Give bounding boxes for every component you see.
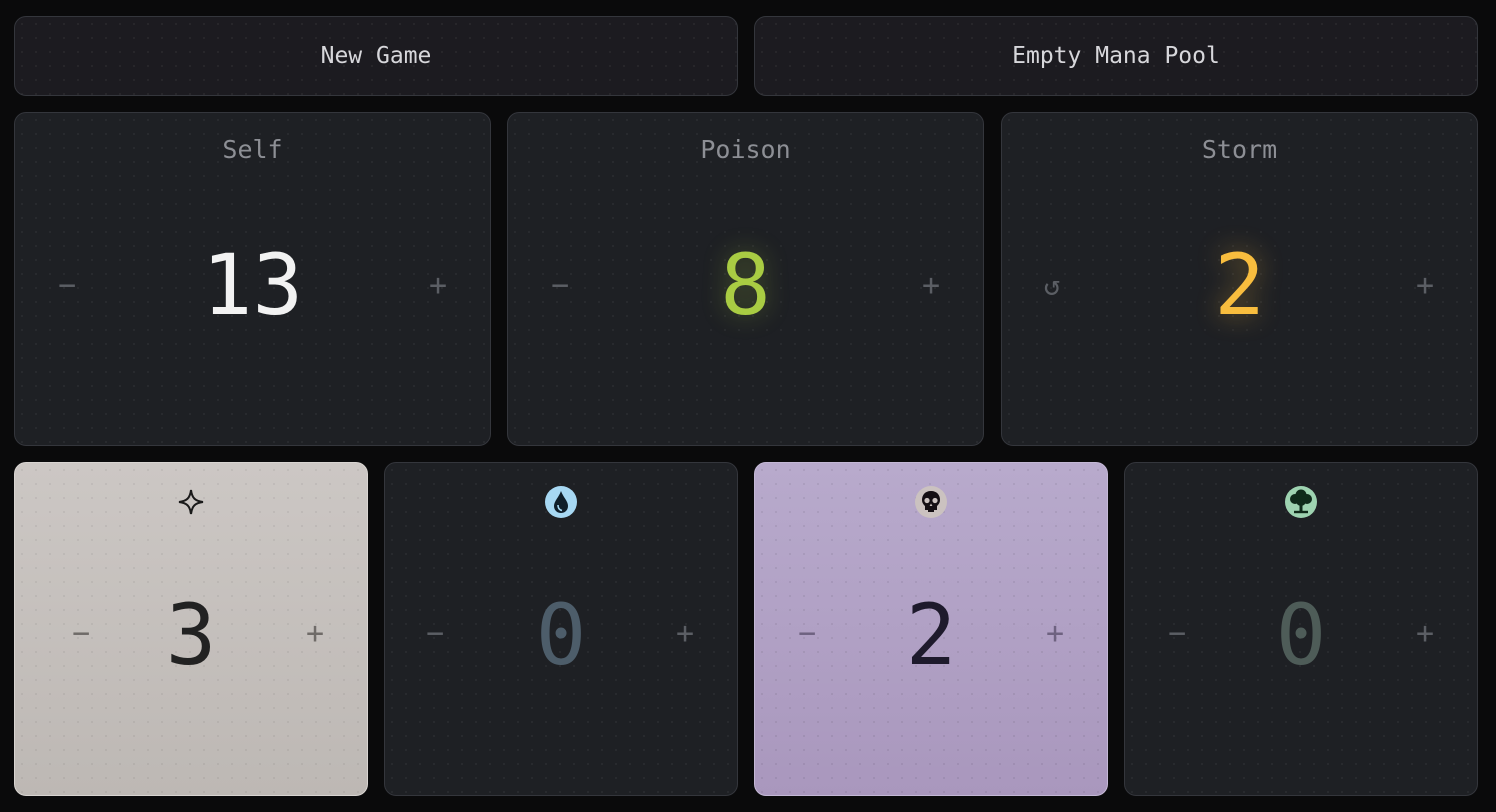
self-life-counter: Self − 13 + (14, 112, 491, 446)
blue-mana-counter: − 0 + (384, 462, 738, 796)
black-increment-button[interactable]: + (1031, 609, 1079, 657)
green-mana-counter: − 0 + (1124, 462, 1478, 796)
storm-label: Storm (1201, 135, 1278, 164)
storm-counter: Storm ↺ 2 + (1001, 112, 1478, 446)
green-increment-button[interactable]: + (1401, 609, 1449, 657)
poison-label: Poison (700, 135, 791, 164)
white-increment-button[interactable]: + (291, 609, 339, 657)
empty-mana-pool-button[interactable]: Empty Mana Pool (754, 16, 1478, 96)
black-mana-icon (914, 485, 948, 519)
poison-increment-button[interactable]: + (907, 261, 955, 309)
blue-increment-button[interactable]: + (661, 609, 709, 657)
green-mana-icon (1284, 485, 1318, 519)
black-mana-counter: − 2 + (754, 462, 1108, 796)
white-mana-counter: − 3 + (14, 462, 368, 796)
new-game-button[interactable]: New Game (14, 16, 738, 96)
poison-counter: Poison − 8 + (507, 112, 984, 446)
white-mana-icon (174, 485, 208, 519)
self-increment-button[interactable]: + (414, 261, 462, 309)
blue-mana-icon (544, 485, 578, 519)
self-label: Self (222, 135, 283, 164)
storm-increment-button[interactable]: + (1401, 261, 1449, 309)
